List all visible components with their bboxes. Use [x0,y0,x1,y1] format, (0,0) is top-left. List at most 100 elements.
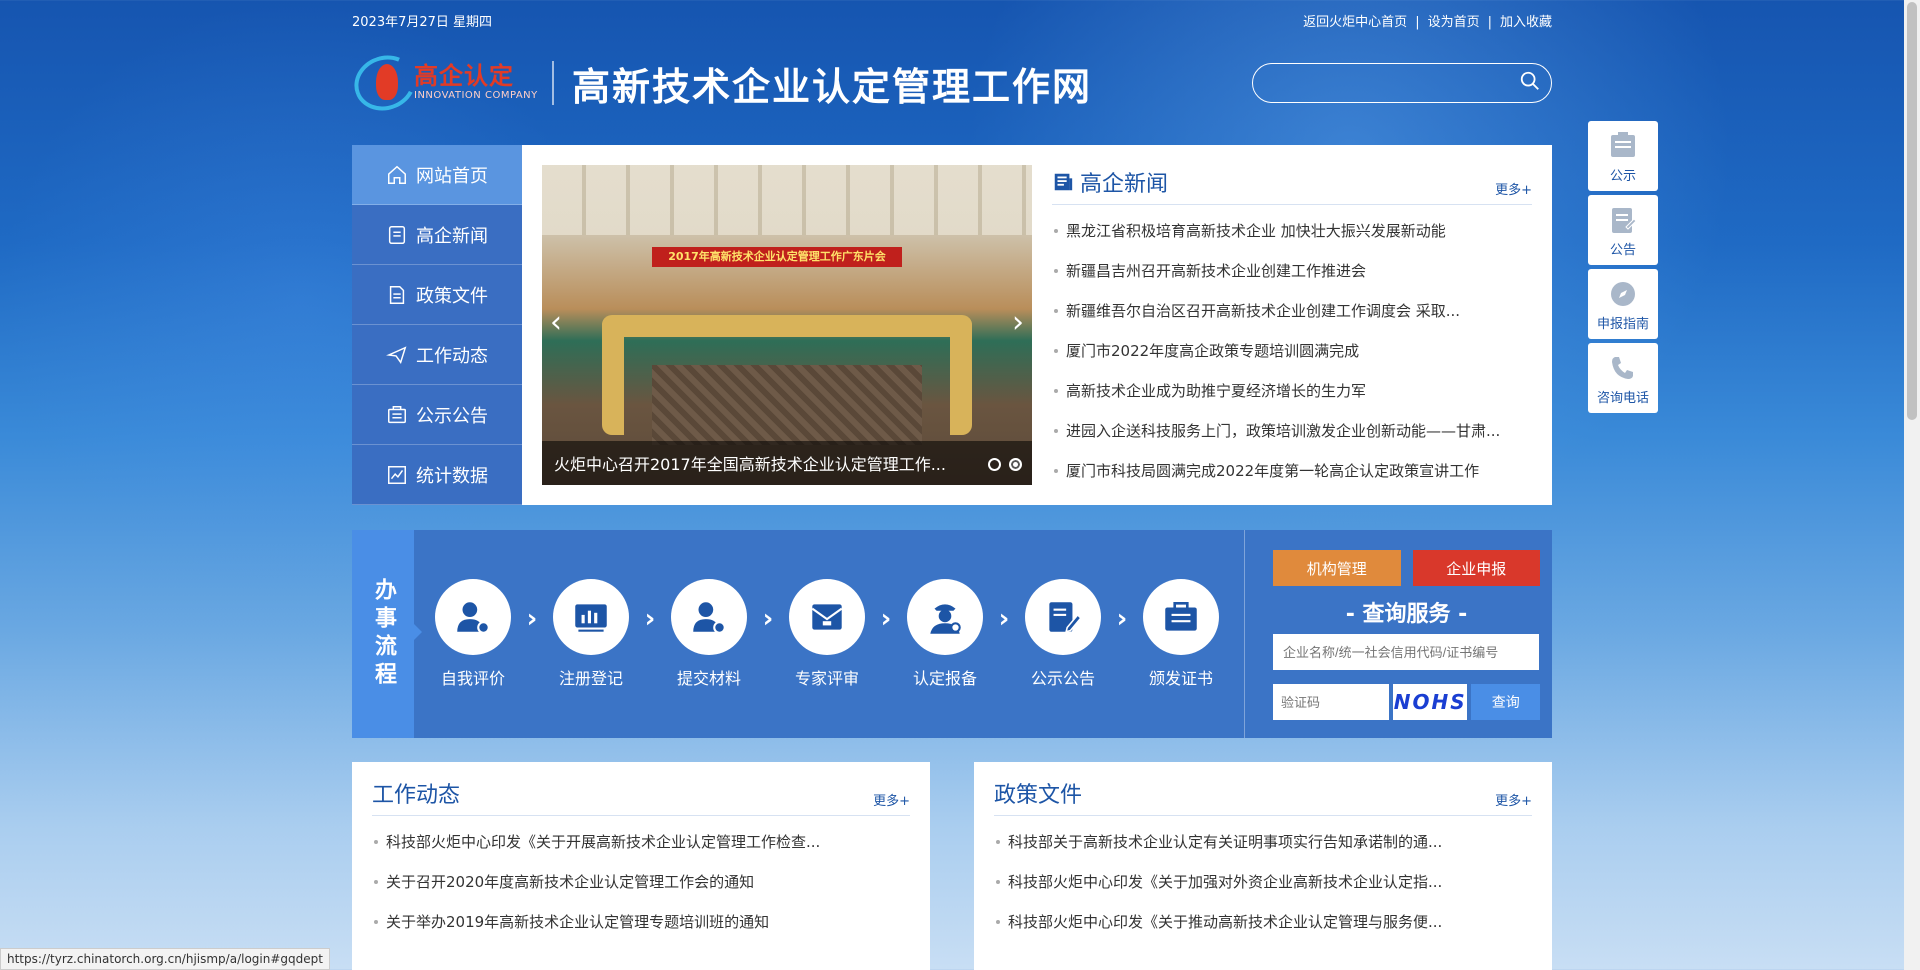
site-title: 高新技术企业认定管理工作网 [572,63,1093,109]
send-icon [386,345,407,364]
nav-label: 工作动态 [416,345,488,367]
float-item-guide[interactable]: 申报指南 [1588,269,1658,339]
step-submit-materials[interactable]: 提交材料 [666,579,752,689]
chart-icon [388,465,406,484]
query-title: - 查询服务 - [1345,602,1468,627]
nav-item-notice[interactable]: 公示公告 [352,385,522,445]
step-issue-certificate[interactable]: 颁发证书 [1138,579,1224,689]
news-item[interactable]: 新疆昌吉州召开高新技术企业创建工作推进会 [1052,251,1532,291]
inbox-icon [388,405,406,423]
query-panel: 机构管理 企业申报 - 查询服务 - NOHS 查询 [1244,530,1560,738]
query-submit-button[interactable]: 查询 [1471,684,1540,720]
work-item[interactable]: 科技部火炬中心印发《关于开展高新技术企业认定管理工作检查... [372,822,910,862]
work-item[interactable]: 关于举办2019年高新技术企业认定管理专题培训班的通知 [372,902,910,942]
user-settings-icon [693,602,726,634]
phone-icon [1612,356,1633,379]
search-input[interactable] [1253,75,1519,91]
chevron-right-icon: › [1116,604,1128,634]
news-item[interactable]: 厦门市2022年度高企政策专题培训圆满完成 [1052,331,1532,371]
news-more-link[interactable]: 更多+ [1495,179,1532,198]
top-bar: 2023年7月27日 星期四 返回火炬中心首页 | 设为首页 | 加入收藏 [352,0,1552,40]
scrollbar-thumb[interactable] [1907,2,1917,420]
search-box [1252,63,1552,103]
policy-item[interactable]: 科技部火炬中心印发《关于推动高新技术企业认定管理与服务便... [994,902,1532,942]
nav-label: 政策文件 [416,285,488,307]
nav-item-stats[interactable]: 统计数据 [352,445,522,505]
step-expert-review[interactable]: 专家评审 [784,579,870,689]
nav-item-policy[interactable]: 政策文件 [352,265,522,325]
carousel-dot[interactable] [988,458,1001,471]
work-item[interactable]: 关于召开2020年度高新技术企业认定管理工作会的通知 [372,862,910,902]
work-panel-header: 工作动态 更多+ [372,776,910,816]
chevron-right-icon: › [644,604,656,634]
user-gear-icon [457,602,490,634]
carousel-prev-icon[interactable]: ‹ [550,305,562,340]
header: 高企认定 INNOVATION COMPANY 高新技术企业认定管理工作网 [346,47,1552,119]
file-icon [389,285,405,304]
compass-icon [1611,281,1635,306]
process-label: 办事流程 [352,530,422,738]
policy-list: 科技部关于高新技术企业认定有关证明事项实行告知承诺制的通... 科技部火炬中心印… [994,822,1532,942]
top-links: 返回火炬中心首页 | 设为首页 | 加入收藏 [1303,14,1552,30]
logo-mark: 高企认定 INNOVATION COMPANY [346,47,542,119]
nav-item-news[interactable]: 高企新闻 [352,205,522,265]
work-list: 科技部火炬中心印发《关于开展高新技术企业认定管理工作检查... 关于召开2020… [372,822,910,942]
nav-label: 统计数据 [416,465,488,487]
policy-item[interactable]: 科技部关于高新技术企业认定有关证明事项实行告知承诺制的通... [994,822,1532,862]
left-nav: 网站首页 高企新闻 政策文件 工作动态 公示公告 统计数据 [352,145,522,505]
policy-panel-title: 政策文件 [994,783,1083,808]
work-more-link[interactable]: 更多+ [873,790,910,809]
query-input[interactable] [1273,634,1539,670]
chevron-right-icon: › [998,604,1010,634]
news-item[interactable]: 厦门市科技局圆满完成2022年度第一轮高企认定政策宣讲工作 [1052,451,1532,491]
news-item[interactable]: 高新技术企业成为助推宁夏经济增长的生力军 [1052,371,1532,411]
org-management-button[interactable]: 机构管理 [1273,550,1401,586]
captcha-image[interactable]: NOHS [1393,684,1468,720]
carousel-caption[interactable]: 火炬中心召开2017年全国高新技术企业认定管理工作... [542,441,1032,485]
news-carousel[interactable]: 2017年高新技术企业认定管理工作广东片会 ‹ › 火炬中心召开2017年全国高… [542,165,1032,485]
logo-subtext: INNOVATION COMPANY [414,90,538,101]
news-item[interactable]: 进园入企送科技服务上门，政策培训激发企业创新动能——甘肃... [1052,411,1532,451]
policy-panel-header: 政策文件 更多+ [994,776,1532,816]
news-item[interactable]: 黑龙江省积极培育高新技术企业 加快壮大振兴发展新动能 [1052,211,1532,251]
news-panel-header: 高企新闻 更多+ [1052,165,1532,205]
step-certification-filing[interactable]: 认定报备 [902,579,988,689]
newspaper-icon [1054,173,1073,191]
work-panel-title: 工作动态 [372,783,461,808]
float-item-notice[interactable]: 公示 [1588,121,1658,191]
nav-label: 公示公告 [416,405,488,427]
nav-item-home[interactable]: 网站首页 [352,145,522,205]
link-set-homepage[interactable]: 设为首页 [1428,15,1480,30]
chevron-right-icon: › [526,604,538,634]
bar-chart-icon [575,604,607,632]
link-add-favorite[interactable]: 加入收藏 [1500,15,1552,30]
float-item-phone[interactable]: 咨询电话 [1588,343,1658,413]
main-section: 网站首页 高企新闻 政策文件 工作动态 公示公告 统计数据 2017年高新技术企… [352,145,1552,505]
float-item-announcement[interactable]: 公告 [1588,195,1658,265]
nav-label: 高企新闻 [416,225,488,247]
browser-status-url: https://tyrz.chinatorch.org.cn/hjismp/a/… [0,948,330,970]
carousel-next-icon[interactable]: › [1012,305,1024,340]
photo-banner: 2017年高新技术企业认定管理工作广东片会 [652,247,902,267]
captcha-input[interactable] [1273,684,1389,720]
carousel-dot-active[interactable] [1009,458,1022,471]
step-public-notice[interactable]: 公示公告 [1020,579,1106,689]
policy-item[interactable]: 科技部火炬中心印发《关于加强对外资企业高新技术企业认定指... [994,862,1532,902]
certificate-icon [1165,602,1197,631]
policy-more-link[interactable]: 更多+ [1495,790,1532,809]
home-icon [388,165,406,184]
site-logo[interactable]: 高企认定 INNOVATION COMPANY 高新技术企业认定管理工作网 [346,47,1093,119]
step-register[interactable]: 注册登记 [548,579,634,689]
enterprise-apply-button[interactable]: 企业申报 [1412,550,1540,586]
page-scrollbar[interactable] [1904,0,1920,970]
chevron-right-icon: › [762,604,774,634]
work-panel: 工作动态 更多+ 科技部火炬中心印发《关于开展高新技术企业认定管理工作检查...… [352,762,930,970]
news-panel-title: 高企新闻 [1052,166,1168,198]
policy-panel: 政策文件 更多+ 科技部关于高新技术企业认定有关证明事项实行告知承诺制的通...… [974,762,1552,970]
step-self-evaluation[interactable]: 自我评价 [430,579,516,689]
link-torch-home[interactable]: 返回火炬中心首页 [1303,15,1407,30]
news-item[interactable]: 新疆维吾尔自治区召开高新技术企业创建工作调度会 采取... [1052,291,1532,331]
nav-item-work[interactable]: 工作动态 [352,325,522,385]
process-steps: 自我评价 › 注册登记 › 提交材料 › 专家评审 › 认定报备 › 公示公告 … [414,530,1244,738]
search-icon[interactable] [1519,70,1541,96]
